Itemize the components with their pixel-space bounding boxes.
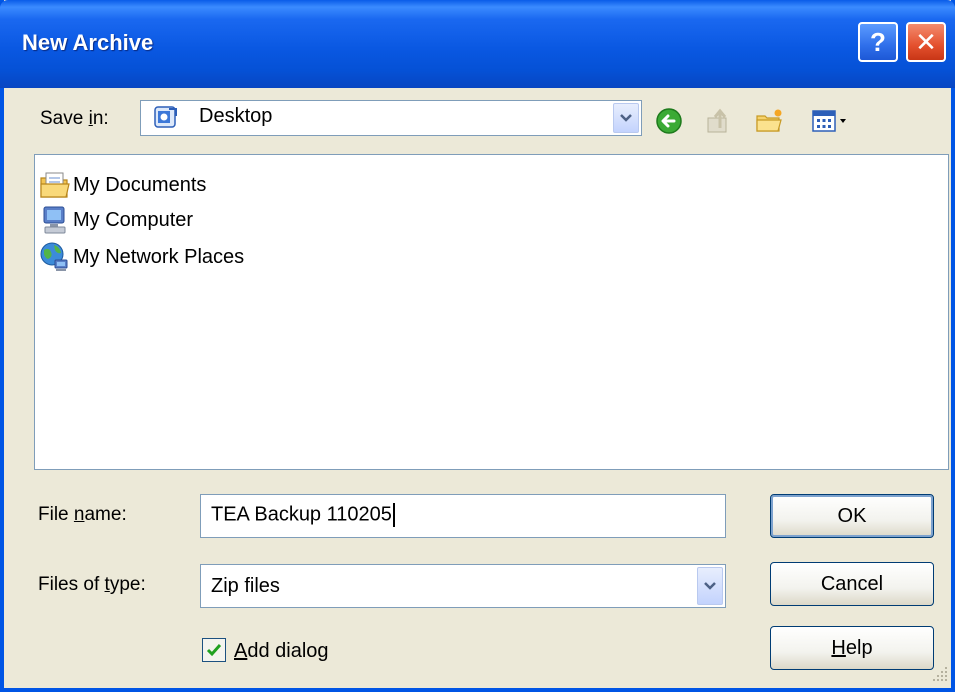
checkmark-icon (206, 644, 222, 657)
file-type-dropdown-button[interactable] (697, 567, 723, 605)
desktop-icon (154, 106, 177, 128)
window-title: New Archive (22, 30, 154, 55)
add-dialog-label[interactable]: Add dialog (234, 640, 329, 663)
file-type-value: Zip files (211, 575, 280, 597)
file-type-label: Files of type: (38, 574, 146, 595)
file-name-input[interactable]: TEA Backup 110205 (200, 494, 726, 538)
new-folder-icon[interactable] (754, 106, 784, 136)
add-dialog-checkbox[interactable] (202, 638, 226, 662)
close-icon: ✕ (915, 26, 937, 57)
file-list[interactable]: My Documents My Computer My Network Plac… (34, 154, 949, 470)
file-type-combo[interactable]: Zip files (200, 564, 726, 608)
title-close-button[interactable]: ✕ (906, 22, 946, 62)
list-item-label: My Computer (73, 208, 194, 231)
save-in-label: Save in: (40, 108, 109, 129)
list-item-label: My Documents (73, 173, 207, 196)
cancel-button[interactable]: Cancel (770, 562, 934, 606)
file-name-label: File name: (38, 504, 127, 525)
title-bar[interactable]: New Archive ? ✕ (0, 0, 955, 88)
list-item[interactable]: My Computer (39, 204, 193, 236)
save-in-dropdown-button[interactable] (613, 103, 639, 133)
title-help-button[interactable]: ? (858, 22, 898, 62)
list-item[interactable]: My Documents (39, 169, 206, 201)
chevron-down-icon (704, 582, 716, 590)
help-button[interactable]: Help (770, 626, 934, 670)
list-item-label: My Network Places (73, 245, 245, 268)
question-mark-icon: ? (870, 26, 886, 57)
save-in-value: Desktop (199, 105, 273, 127)
my-computer-icon (43, 206, 66, 234)
ok-button[interactable]: OK (770, 494, 934, 538)
chevron-down-icon (620, 114, 632, 122)
file-name-value: TEA Backup 110205 (211, 503, 392, 526)
list-item[interactable]: My Network Places (39, 241, 244, 273)
my-documents-icon (40, 172, 70, 198)
my-network-places-icon (40, 242, 68, 271)
resize-grip-icon[interactable] (930, 664, 950, 684)
save-in-combo[interactable]: Desktop (140, 100, 642, 136)
new-archive-dialog: New Archive ? ✕ Save in: Desktop My Docu… (0, 0, 955, 692)
text-caret (392, 503, 395, 527)
up-folder-icon[interactable] (704, 106, 734, 136)
back-icon[interactable] (654, 106, 684, 136)
view-menu-icon[interactable] (810, 106, 864, 136)
